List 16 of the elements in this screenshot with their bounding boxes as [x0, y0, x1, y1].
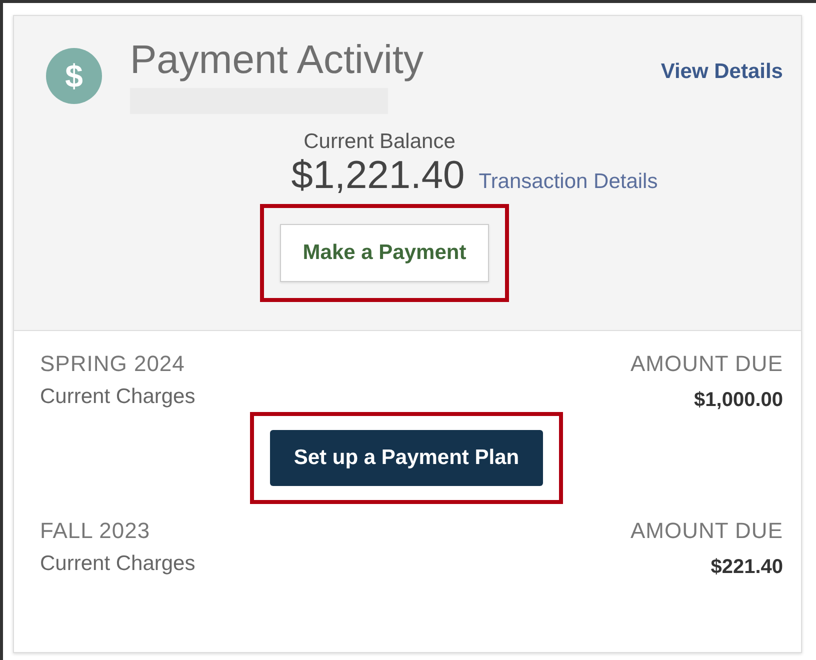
amount-due-label: AMOUNT DUE [630, 518, 783, 544]
term-label: FALL 2023 [40, 518, 152, 544]
transaction-details-link[interactable]: Transaction Details [478, 170, 658, 194]
dollar-icon: $ [46, 48, 102, 104]
charges-label: Current Charges [40, 552, 196, 576]
make-payment-button[interactable]: Make a Payment [280, 224, 490, 282]
term-label: SPRING 2024 [40, 351, 186, 377]
amount-due-label: AMOUNT DUE [630, 351, 783, 377]
charges-label: Current Charges [40, 385, 196, 409]
payment-plan-button[interactable]: Set up a Payment Plan [270, 430, 544, 486]
balance-amount: $1,221.40 [291, 154, 465, 198]
card-title: Payment Activity [130, 37, 424, 84]
view-details-link[interactable]: View Details [660, 60, 783, 84]
balance-label: Current Balance [304, 130, 456, 154]
amount-due-value: $221.40 [710, 556, 783, 579]
amount-due-value: $1,000.00 [694, 389, 783, 412]
